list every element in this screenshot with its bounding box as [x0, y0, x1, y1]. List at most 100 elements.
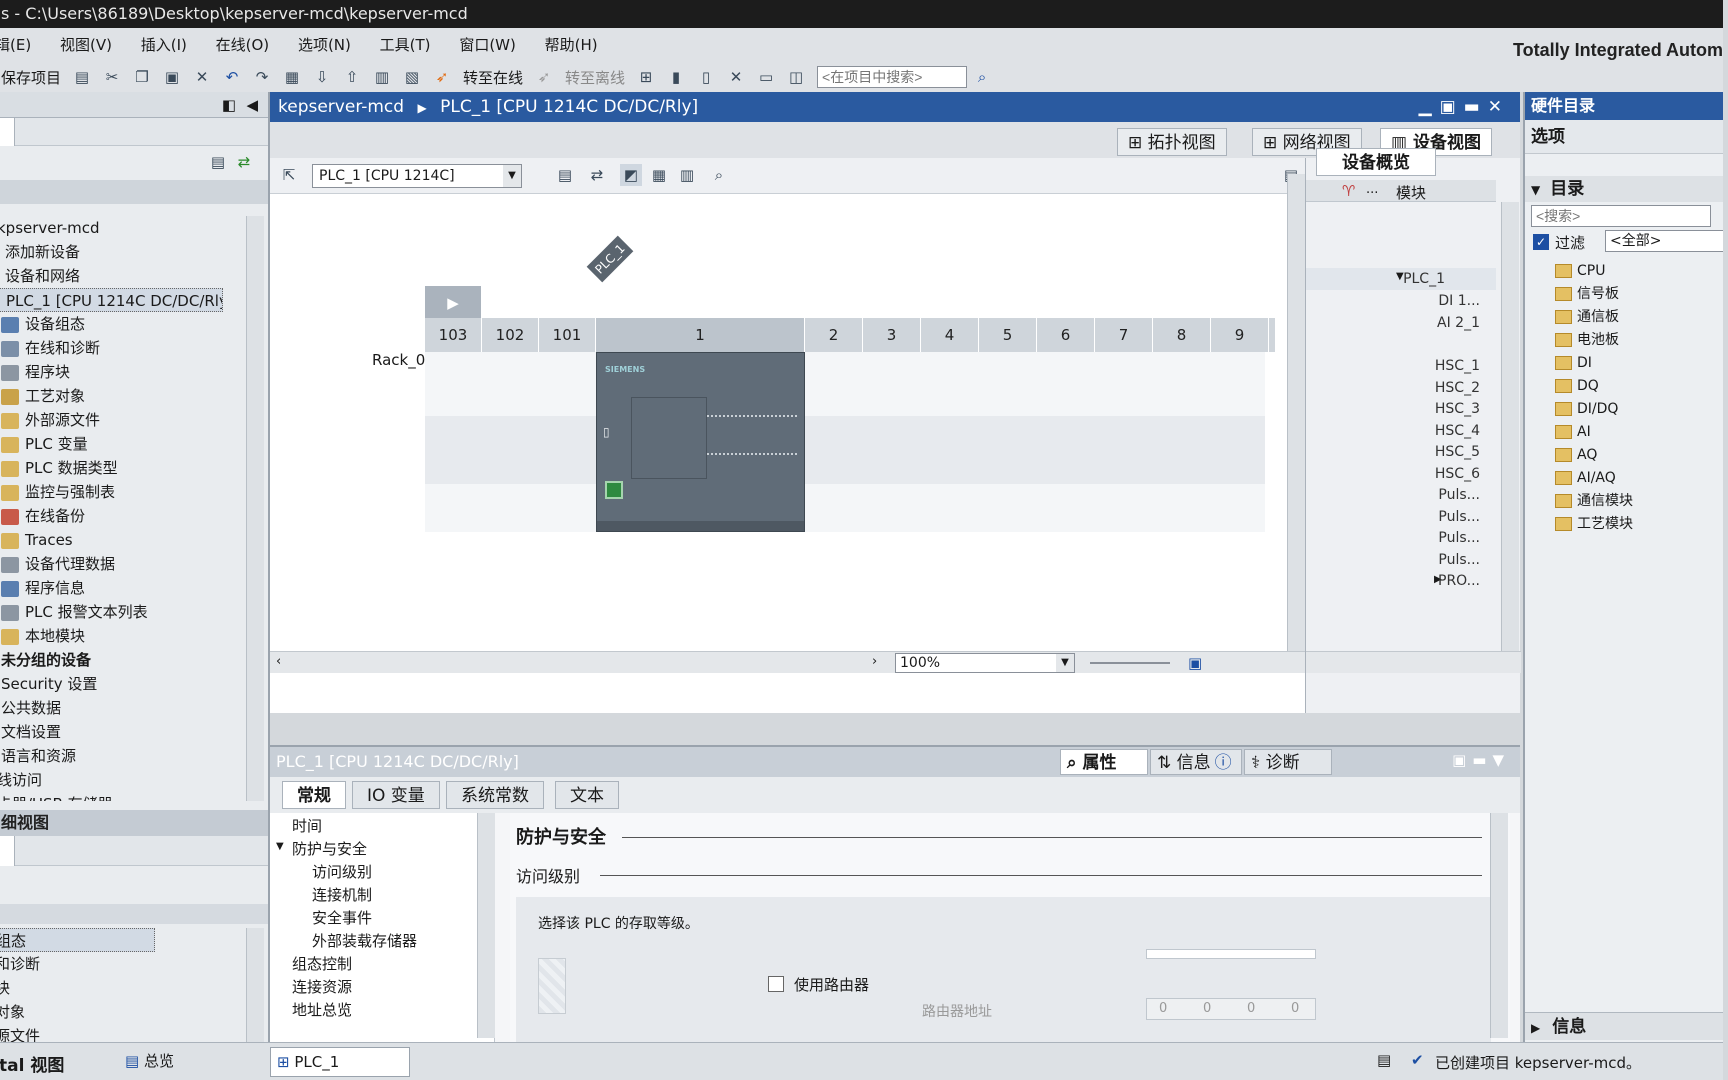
slot-7[interactable]: 7	[1095, 318, 1153, 352]
tree-plc-tags[interactable]: PLC 变量	[0, 432, 223, 456]
slot-1[interactable]: 1	[596, 318, 805, 352]
tab-diagnostics[interactable]: ⚕ 诊断	[1244, 749, 1332, 775]
nav-external-memory[interactable]: 外部装载存储器	[312, 930, 417, 952]
portal-view-button[interactable]: tal 视图	[0, 1051, 64, 1076]
search-go-icon[interactable]: ⌕	[971, 66, 993, 88]
filter-checkbox[interactable]: ✓	[1533, 234, 1549, 250]
tree-scrollbar[interactable]	[246, 216, 264, 801]
slot-6[interactable]: 6	[1037, 318, 1095, 352]
copy-icon[interactable]: ❐	[131, 66, 153, 88]
catalog-didq[interactable]: DI/DQ	[1555, 398, 1618, 420]
catalog-di[interactable]: DI	[1555, 352, 1592, 374]
tree-device-config[interactable]: 设备组态	[0, 312, 223, 336]
menu-edit[interactable]: 辑(E)	[0, 28, 31, 62]
accessible-devices-icon[interactable]: ⊞	[635, 66, 657, 88]
catalog-dq[interactable]: DQ	[1555, 375, 1599, 397]
tree-online-diag[interactable]: 在线和诊断	[0, 336, 223, 360]
detail-diag[interactable]: 和诊断	[0, 952, 223, 976]
menu-help[interactable]: 帮助(H)	[545, 28, 598, 62]
dock-icon[interactable]: ◧	[222, 96, 236, 114]
detail-blocks[interactable]: 块	[0, 976, 223, 1000]
overview-row-hsc3[interactable]: HSC_3	[1435, 398, 1480, 420]
tree-plc-datatypes[interactable]: PLC 数据类型	[0, 456, 223, 480]
stop-cpu-icon[interactable]: ▯	[695, 66, 717, 88]
cpu-module[interactable]: SIEMENS ▯	[596, 352, 805, 532]
print-icon[interactable]: ▤	[71, 66, 93, 88]
plc1-editor-tab[interactable]: ⊞ PLC_1	[270, 1047, 410, 1077]
scroll-right-icon[interactable]: ›	[872, 654, 877, 669]
breadcrumb-project[interactable]: kepserver-mcd	[278, 97, 404, 117]
overview-hscroll[interactable]	[1306, 651, 1521, 673]
window-controls[interactable]: ▁▣▬✕	[1419, 92, 1510, 122]
fit-view-icon[interactable]: ▣	[1188, 654, 1202, 672]
catalog-search-input[interactable]	[1531, 205, 1711, 227]
tree-program-info[interactable]: 程序信息	[0, 576, 223, 600]
menu-tools[interactable]: 工具(T)	[380, 28, 431, 62]
overview-row-hsc6[interactable]: HSC_6	[1435, 463, 1480, 485]
tab-topology-view[interactable]: ⊞ 拓扑视图	[1117, 128, 1227, 156]
tab-io-tags[interactable]: IO 变量	[352, 781, 440, 809]
canvas-hscroll[interactable]: ‹ › 100% ▼ ▣	[270, 651, 1305, 673]
nav-time[interactable]: 时间	[292, 815, 322, 837]
simulate-icon[interactable]: ▥	[371, 66, 393, 88]
slot-5[interactable]: 5	[979, 318, 1037, 352]
nav-access-level[interactable]: 访问级别	[312, 861, 372, 883]
overview-row-hsc4[interactable]: HSC_4	[1435, 420, 1480, 442]
go-offline-icon[interactable]: ➶	[533, 66, 555, 88]
detail-objects[interactable]: 对象	[0, 1000, 223, 1024]
catalog-options[interactable]: 选项	[1525, 120, 1723, 154]
slot-2[interactable]: 2	[805, 318, 863, 352]
slot-4[interactable]: 4	[921, 318, 979, 352]
menu-options[interactable]: 选项(N)	[298, 28, 351, 62]
slot-101[interactable]: 101	[539, 318, 596, 352]
tab-system-constants[interactable]: 系统常数	[446, 781, 544, 809]
slot-102[interactable]: 102	[482, 318, 539, 352]
nav-expand-icon[interactable]: ▼	[276, 841, 284, 852]
overview-row-pulse3[interactable]: Puls...	[1438, 527, 1480, 549]
overview-row-plc1[interactable]: PLC_1	[1403, 268, 1445, 290]
tab-info[interactable]: ⇅ 信息 ⓘ	[1150, 749, 1242, 775]
tree-alarm-texts[interactable]: PLC 报警文本列表	[0, 600, 223, 624]
scroll-left-icon[interactable]: ‹	[276, 654, 281, 669]
sim-stop-icon[interactable]: ▧	[401, 66, 423, 88]
redo-icon[interactable]: ↷	[251, 66, 273, 88]
undo-icon[interactable]: ↶	[221, 66, 243, 88]
catalog-battery-board[interactable]: 电池板	[1555, 329, 1619, 351]
breadcrumb-device[interactable]: PLC_1 [CPU 1214C DC/DC/Rly]	[440, 97, 698, 117]
filter-select[interactable]: <全部>	[1605, 230, 1723, 252]
menu-window[interactable]: 窗口(W)	[459, 28, 516, 62]
use-router-checkbox[interactable]	[768, 976, 784, 992]
start-cpu-icon[interactable]: ▮	[665, 66, 687, 88]
toggle-icon[interactable]: ◩	[620, 164, 642, 186]
grid-icon[interactable]: ▦	[648, 164, 670, 186]
inspector-window-controls[interactable]: ▣▬▼	[1452, 751, 1510, 769]
tree-tech-objects[interactable]: 工艺对象	[0, 384, 223, 408]
catalog-tech-module[interactable]: 工艺模块	[1555, 513, 1633, 535]
show-names-icon[interactable]: ⇄	[586, 164, 608, 186]
tree-view-icon[interactable]: ▤	[207, 151, 229, 173]
slot-9[interactable]: 9	[1211, 318, 1269, 352]
expand-rack-button[interactable]: ▶	[425, 286, 481, 320]
overview-row-di[interactable]: DI 1...	[1438, 290, 1480, 312]
tab-texts[interactable]: 文本	[555, 781, 619, 809]
tree-online-backups[interactable]: 在线备份	[0, 504, 223, 528]
overview-row-hsc2[interactable]: HSC_2	[1435, 377, 1480, 399]
cut-icon[interactable]: ✂	[101, 66, 123, 88]
go-online-icon[interactable]: ➶	[431, 66, 453, 88]
go-offline-button[interactable]: 转至离线	[565, 67, 625, 88]
table-icon[interactable]: ▥	[676, 164, 698, 186]
tree-devices-networks[interactable]: 设备和网络	[0, 264, 223, 288]
slot-103[interactable]: 103	[425, 318, 482, 352]
zoom-icon[interactable]: ⌕	[708, 164, 730, 186]
device-overview-tab[interactable]: 设备概览	[1316, 148, 1436, 176]
catalog-aq[interactable]: AQ	[1555, 444, 1597, 466]
tree-program-blocks[interactable]: 程序块	[0, 360, 223, 384]
overview-row-pulse1[interactable]: Puls...	[1438, 484, 1480, 506]
tree-traces[interactable]: Traces	[0, 528, 223, 552]
split-horizontal-icon[interactable]: ▭	[755, 66, 777, 88]
tree-plc1[interactable]: PLC_1 [CPU 1214C DC/DC/Rly]	[0, 288, 223, 312]
tree-card-reader[interactable]: 卡器/USB 存储器	[0, 792, 223, 801]
nav-scrollbar[interactable]	[477, 813, 495, 1038]
overview-row-hsc1[interactable]: HSC_1	[1435, 355, 1480, 377]
detail-config[interactable]: 组态	[0, 928, 155, 952]
